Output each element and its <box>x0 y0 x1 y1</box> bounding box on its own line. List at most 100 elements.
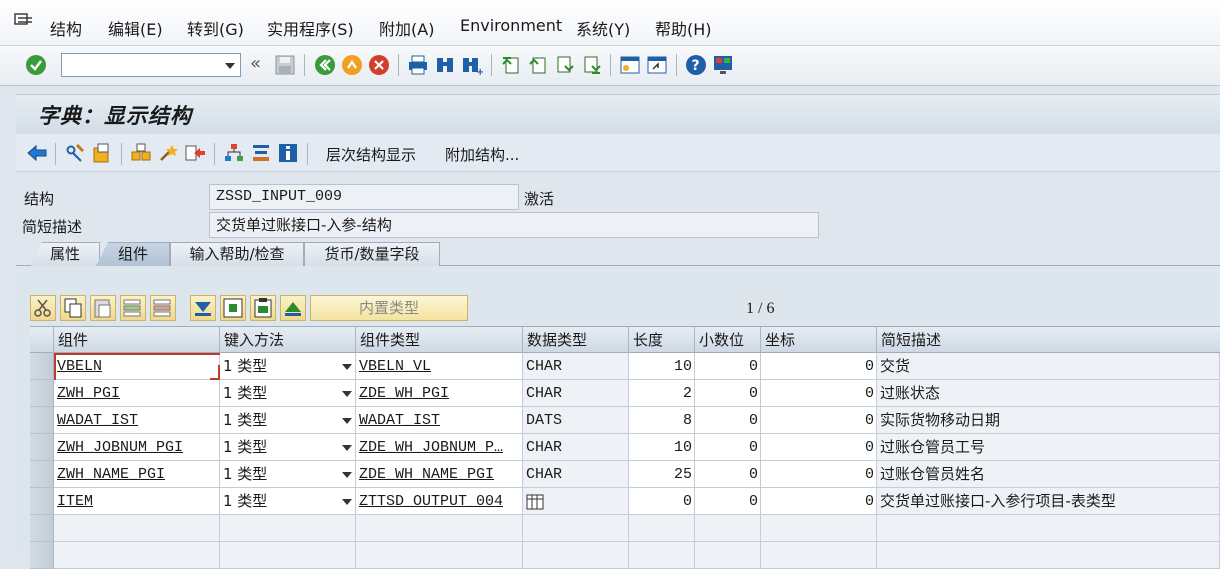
row-selector[interactable] <box>30 515 54 542</box>
cell-typing-method[interactable]: 1 类型 <box>220 353 356 380</box>
back-icon[interactable] <box>314 54 336 76</box>
column-header[interactable]: 组件 <box>54 327 220 353</box>
insert-row-button[interactable] <box>120 295 146 321</box>
other-object-icon[interactable] <box>26 142 48 164</box>
cell-component-type[interactable]: VBELN_VL <box>356 353 523 380</box>
cell-component[interactable]: ZWH_PGI <box>54 380 220 407</box>
menu-edit[interactable]: 编辑(E) <box>108 16 163 40</box>
cell-typing-method[interactable]: 1 类型 <box>220 380 356 407</box>
hierarchy-display-button[interactable]: 层次结构显示 <box>326 144 416 165</box>
check-icon[interactable] <box>130 142 152 164</box>
print-icon[interactable] <box>407 54 429 76</box>
menu-help[interactable]: 帮助(H) <box>655 16 712 40</box>
cell-decimals[interactable]: 0 <box>695 461 761 488</box>
column-header[interactable]: 数据类型 <box>523 327 629 353</box>
column-header[interactable]: 长度 <box>629 327 695 353</box>
next-page-icon[interactable] <box>554 54 576 76</box>
cell-decimals[interactable]: 0 <box>695 407 761 434</box>
copy-button[interactable] <box>60 295 86 321</box>
new-session-icon[interactable] <box>619 54 641 76</box>
cell-short-desc[interactable]: 交货 <box>877 353 1220 380</box>
cancel-icon[interactable] <box>368 54 390 76</box>
menu-structure[interactable]: 结构 <box>50 16 82 40</box>
chevron-down-icon[interactable] <box>342 391 352 397</box>
exit-icon[interactable] <box>341 54 363 76</box>
navigation-icon[interactable] <box>250 142 272 164</box>
chevron-down-icon[interactable] <box>225 63 235 69</box>
row-selector[interactable] <box>30 434 54 461</box>
cell-component[interactable]: ITEM <box>54 488 220 515</box>
object-list-icon[interactable] <box>184 142 206 164</box>
chevron-down-icon[interactable] <box>342 364 352 370</box>
structure-field[interactable]: ZSSD_INPUT_009 <box>209 184 519 210</box>
cell-length[interactable]: 25 <box>629 461 695 488</box>
help-icon[interactable]: ? <box>685 54 707 76</box>
chevron-down-icon[interactable] <box>342 472 352 478</box>
select-all-button[interactable] <box>190 295 216 321</box>
cell-component[interactable]: ZWH_JOBNUM_PGI <box>54 434 220 461</box>
tab-input-help[interactable]: 输入帮助/检查 <box>170 242 304 266</box>
tab-currency-quantity[interactable]: 货币/数量字段 <box>304 242 440 266</box>
cell-typing-method[interactable]: 1 类型 <box>220 461 356 488</box>
cell-typing-method[interactable]: 1 类型 <box>220 434 356 461</box>
short-desc-field[interactable]: 交货单过账接口-入参-结构 <box>209 212 819 238</box>
row-selector[interactable] <box>30 488 54 515</box>
cell-length[interactable]: 10 <box>629 434 695 461</box>
row-selector[interactable] <box>30 461 54 488</box>
select-all-header[interactable] <box>30 327 54 353</box>
row-selector[interactable] <box>30 380 54 407</box>
menu-extras[interactable]: 附加(A) <box>379 16 434 40</box>
cell-short-desc[interactable]: 交货单过账接口-入参行项目-表类型 <box>877 488 1220 515</box>
cell-short-desc[interactable]: 过账仓管员姓名 <box>877 461 1220 488</box>
cell-short-desc[interactable]: 实际货物移动日期 <box>877 407 1220 434</box>
column-header[interactable]: 简短描述 <box>877 327 1220 353</box>
save-icon[interactable] <box>274 54 296 76</box>
menu-environment[interactable]: Environment <box>460 16 562 35</box>
cell-coordinate[interactable]: 0 <box>761 461 877 488</box>
cell-coordinate[interactable]: 0 <box>761 407 877 434</box>
cell-short-desc[interactable]: 过账仓管员工号 <box>877 434 1220 461</box>
prev-page-icon[interactable] <box>527 54 549 76</box>
cell-component[interactable]: WADAT_IST <box>54 407 220 434</box>
cell-typing-method[interactable]: 1 类型 <box>220 488 356 515</box>
cell-component[interactable]: VBELN <box>54 353 220 380</box>
column-header[interactable]: 组件类型 <box>356 327 523 353</box>
cell-decimals[interactable]: 0 <box>695 353 761 380</box>
info-icon[interactable] <box>277 142 299 164</box>
cell-length[interactable]: 0 <box>629 488 695 515</box>
cell-component-type[interactable]: ZDE_WH_PGI <box>356 380 523 407</box>
row-selector[interactable] <box>30 353 54 380</box>
cell-short-desc[interactable]: 过账状态 <box>877 380 1220 407</box>
column-header[interactable]: 键入方法 <box>220 327 356 353</box>
cell-component-type[interactable]: WADAT_IST <box>356 407 523 434</box>
menu-goto[interactable]: 转到(G) <box>187 16 244 40</box>
cell-data-type[interactable]: CHAR <box>523 353 629 380</box>
first-page-icon[interactable] <box>500 54 522 76</box>
menu-utilities[interactable]: 实用程序(S) <box>267 16 354 40</box>
cell-decimals[interactable]: 0 <box>695 434 761 461</box>
delete-row-button[interactable] <box>150 295 176 321</box>
cell-component-type[interactable]: ZTTSD_OUTPUT_004 <box>356 488 523 515</box>
cell-data-type[interactable]: CHAR <box>523 380 629 407</box>
chevron-down-icon[interactable] <box>342 445 352 451</box>
cell-coordinate[interactable]: 0 <box>761 434 877 461</box>
tab-attributes[interactable]: 属性 <box>30 242 100 266</box>
cell-decimals[interactable]: 0 <box>695 488 761 515</box>
sort-up-button[interactable] <box>280 295 306 321</box>
row-selector[interactable] <box>30 407 54 434</box>
chevron-down-icon[interactable] <box>342 499 352 505</box>
display-change-icon[interactable] <box>64 142 86 164</box>
column-header[interactable]: 小数位 <box>695 327 761 353</box>
where-used-icon[interactable] <box>157 142 179 164</box>
cell-length[interactable]: 2 <box>629 380 695 407</box>
chevron-down-icon[interactable] <box>342 418 352 424</box>
clipboard-button[interactable] <box>250 295 276 321</box>
layout-icon[interactable] <box>712 54 734 76</box>
find-icon[interactable] <box>434 54 456 76</box>
row-selector[interactable] <box>30 542 54 569</box>
cell-typing-method[interactable]: 1 类型 <box>220 407 356 434</box>
cell-decimals[interactable]: 0 <box>695 380 761 407</box>
cell-coordinate[interactable]: 0 <box>761 353 877 380</box>
cell-data-type[interactable]: CHAR <box>523 461 629 488</box>
tab-components[interactable]: 组件 <box>96 242 170 266</box>
